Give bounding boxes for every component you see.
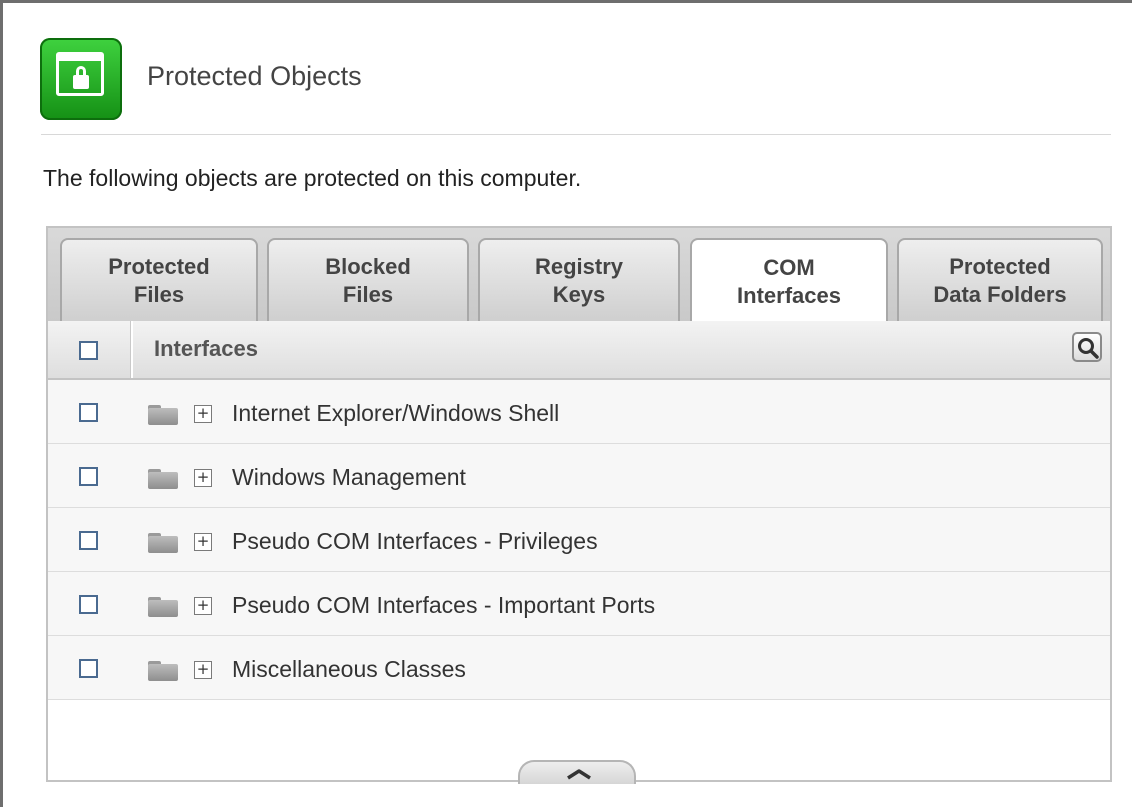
page-title: Protected Objects bbox=[147, 61, 362, 91]
row-checkbox[interactable] bbox=[79, 467, 98, 486]
tab-label-line1: Protected bbox=[108, 253, 210, 279]
row-label: Windows Management bbox=[232, 464, 466, 490]
folder-icon bbox=[148, 405, 178, 425]
list-item[interactable]: + Internet Explorer/Windows Shell bbox=[48, 380, 1110, 444]
tab-bar: Protected Files Blocked Files Registry Keys… bbox=[48, 228, 1110, 323]
objects-panel: Protected Files Blocked Files Registry Keys… bbox=[46, 226, 1112, 784]
select-all-checkbox[interactable] bbox=[79, 341, 98, 360]
tab-com-interfaces[interactable]: COM Interfaces bbox=[690, 238, 888, 323]
column-header-interfaces: Interfaces bbox=[154, 336, 258, 361]
tab-protected-data-folders[interactable]: Protected Data Folders bbox=[897, 238, 1103, 321]
column-header: Interfaces bbox=[48, 321, 1110, 380]
row-checkbox[interactable] bbox=[79, 659, 98, 678]
row-label: Internet Explorer/Windows Shell bbox=[232, 400, 560, 426]
tab-label-line2: Data Folders bbox=[933, 281, 1067, 307]
row-label: Pseudo COM Interfaces - Important Ports bbox=[232, 592, 656, 618]
chevron-up-icon bbox=[567, 769, 591, 780]
folder-icon bbox=[148, 661, 178, 681]
tab-protected-files[interactable]: Protected Files bbox=[60, 238, 258, 321]
search-button[interactable] bbox=[1072, 332, 1102, 362]
expand-icon[interactable]: + bbox=[194, 661, 212, 679]
tab-label-line2: Keys bbox=[552, 281, 606, 307]
collapse-button[interactable] bbox=[518, 760, 636, 784]
list-item[interactable]: + Pseudo COM Interfaces - Important Port… bbox=[48, 572, 1110, 636]
tab-label-line2: Interfaces bbox=[737, 282, 841, 308]
list-item[interactable]: + Pseudo COM Interfaces - Privileges bbox=[48, 508, 1110, 572]
row-checkbox[interactable] bbox=[79, 531, 98, 550]
tab-label-line1: COM bbox=[763, 254, 815, 280]
expand-icon[interactable]: + bbox=[194, 597, 212, 615]
list-item[interactable]: + Miscellaneous Classes bbox=[48, 636, 1110, 700]
tab-label-line2: Files bbox=[342, 281, 394, 307]
expand-icon[interactable]: + bbox=[194, 533, 212, 551]
expand-icon[interactable]: + bbox=[194, 405, 212, 423]
expand-icon[interactable]: + bbox=[194, 469, 212, 487]
interfaces-list: + Internet Explorer/Windows Shell + Wind… bbox=[48, 380, 1110, 700]
protected-objects-window: Protected Objects The following objects … bbox=[0, 0, 1132, 807]
description-text: The following objects are protected on t… bbox=[43, 165, 582, 191]
tab-blocked-files[interactable]: Blocked Files bbox=[267, 238, 469, 321]
lock-window-icon bbox=[40, 38, 122, 120]
folder-icon bbox=[148, 597, 178, 617]
folder-icon bbox=[148, 533, 178, 553]
tab-label-line1: Protected bbox=[949, 253, 1051, 279]
tab-label-line1: Registry bbox=[534, 253, 624, 279]
tab-label-line2: Files bbox=[133, 281, 185, 307]
row-checkbox[interactable] bbox=[79, 595, 98, 614]
row-label: Miscellaneous Classes bbox=[232, 656, 466, 682]
column-divider bbox=[130, 321, 133, 378]
search-icon bbox=[1078, 338, 1099, 359]
tab-registry-keys[interactable]: Registry Keys bbox=[478, 238, 680, 321]
row-label: Pseudo COM Interfaces - Privileges bbox=[232, 528, 598, 554]
folder-icon bbox=[148, 469, 178, 489]
row-checkbox[interactable] bbox=[79, 403, 98, 422]
list-item[interactable]: + Windows Management bbox=[48, 444, 1110, 508]
divider bbox=[41, 134, 1111, 135]
tab-label-line1: Blocked bbox=[325, 253, 411, 279]
